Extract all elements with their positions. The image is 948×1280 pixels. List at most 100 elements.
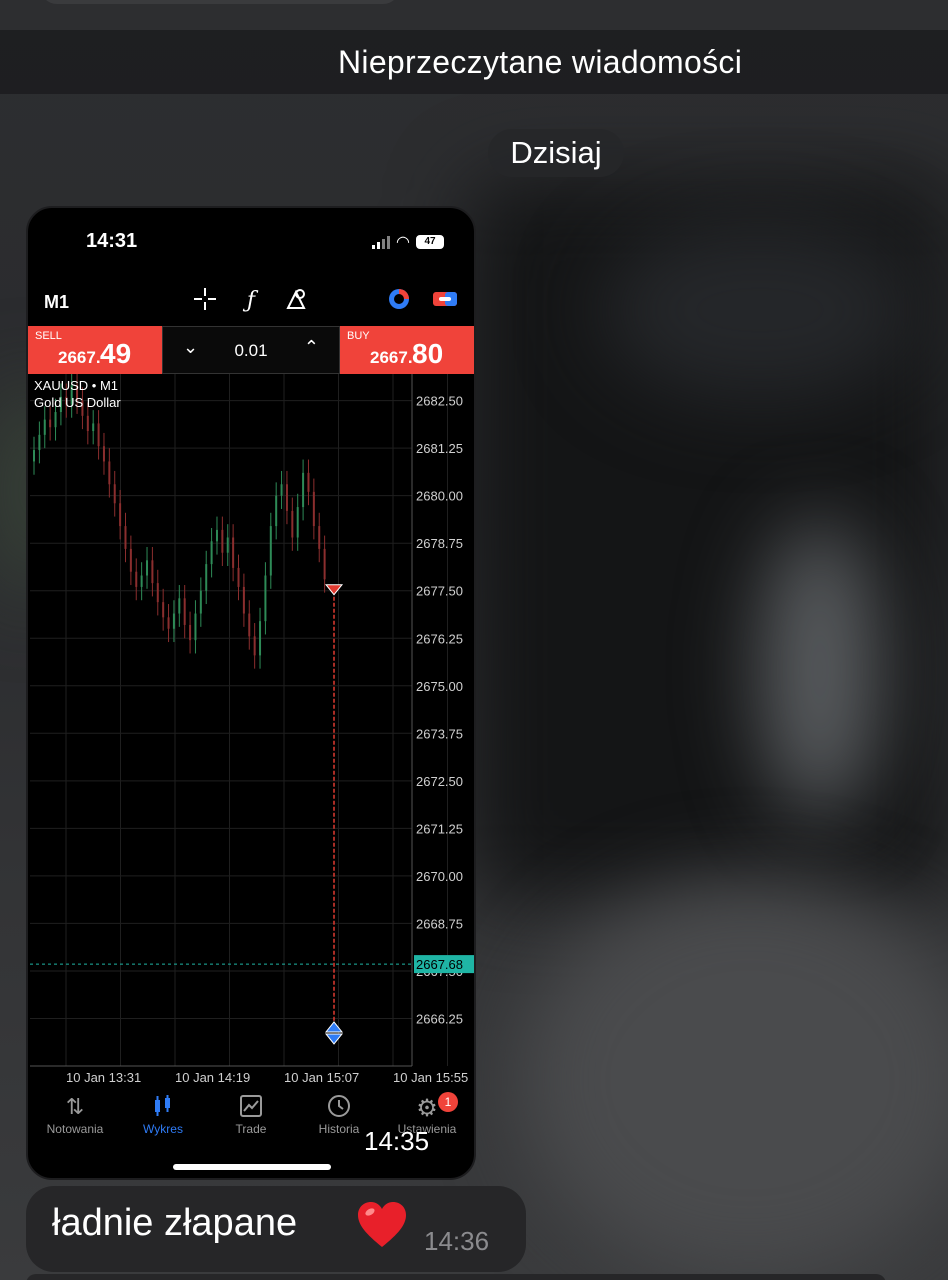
- candle-body: [226, 537, 229, 553]
- chart-symbol-description: Gold US Dollar: [34, 395, 121, 410]
- candle-body: [194, 613, 197, 641]
- y-tick-label: 2671.25: [416, 821, 463, 836]
- x-tick-label: 10 Jan 13:31: [66, 1070, 141, 1085]
- candle-body: [285, 484, 288, 511]
- candle-body: [291, 510, 294, 538]
- objects-icon[interactable]: [282, 286, 312, 316]
- tab-label: Notowania: [46, 1122, 104, 1136]
- candle-body: [86, 415, 89, 432]
- quotes-arrows-icon: ⇅: [65, 1094, 85, 1119]
- candle-body: [253, 636, 256, 656]
- y-tick-label: 2670.00: [416, 869, 463, 884]
- candle-body: [97, 423, 100, 447]
- text-message[interactable]: ładnie złapane 14:36: [26, 1186, 526, 1272]
- buy-price-small: 2667.: [370, 348, 413, 367]
- candle-body: [318, 526, 321, 549]
- buy-marker-icon: [324, 1021, 344, 1033]
- y-tick-label: 2682.50: [416, 394, 463, 409]
- candle-body: [242, 586, 245, 614]
- buy-button[interactable]: BUY 2667. 80: [340, 326, 474, 374]
- tab-trade[interactable]: Trade: [206, 1094, 296, 1136]
- message-text: ładnie złapane: [52, 1202, 298, 1244]
- candle-body: [167, 617, 170, 629]
- candle-body: [199, 590, 202, 614]
- y-tick-label: 2676.25: [416, 631, 463, 646]
- volume-up-icon[interactable]: ⌃: [304, 337, 319, 358]
- candle-body: [205, 564, 208, 591]
- candle-body: [302, 472, 305, 508]
- candle-body: [210, 541, 213, 565]
- y-tick-label: 2681.25: [416, 441, 463, 456]
- candle-body: [280, 484, 283, 496]
- x-tick-label: 10 Jan 14:19: [175, 1070, 250, 1085]
- timeframe-selector[interactable]: M1: [44, 292, 69, 313]
- sell-price-small: 2667.: [58, 348, 101, 367]
- candle-body: [296, 507, 299, 538]
- candle-body: [102, 446, 105, 462]
- date-divider: Dzisiaj: [488, 129, 624, 177]
- buy-price-big: 80: [412, 338, 444, 369]
- candle-body: [259, 621, 262, 656]
- candle-body: [92, 423, 95, 432]
- candle-body: [221, 529, 224, 553]
- crosshair-icon[interactable]: [190, 286, 220, 316]
- candle-body: [124, 526, 127, 549]
- candle-body: [275, 495, 278, 527]
- candle-body: [108, 461, 111, 485]
- price-chart[interactable]: 2682.50 2681.25 2680.00 2678.75 2677.50 2676.…: [28, 374, 474, 1086]
- candle-body: [323, 548, 326, 580]
- settings-gear-icon: ⚙: [416, 1095, 438, 1122]
- candle-body: [49, 419, 52, 428]
- tab-notowania[interactable]: ⇅ Notowania: [30, 1094, 120, 1136]
- y-tick-label: 2668.75: [416, 916, 463, 931]
- volume-stepper[interactable]: ⌄ 0.01 ⌃: [162, 326, 340, 374]
- chart-symbol: XAUUSD • M1: [34, 378, 119, 393]
- candle-body: [248, 613, 251, 637]
- sell-label: SELL: [35, 330, 62, 342]
- signal-icon: [372, 235, 391, 249]
- candlestick-icon: [118, 1094, 208, 1122]
- home-indicator: [173, 1164, 331, 1170]
- buy-label: BUY: [347, 330, 370, 342]
- unread-divider-label: Nieprzeczytane wiadomości: [338, 44, 743, 80]
- candle-body: [146, 560, 149, 576]
- y-tick-label: 2680.00: [416, 489, 463, 504]
- battery-icon: 47: [416, 235, 444, 249]
- trade-clock-icon[interactable]: [384, 286, 414, 316]
- trade-chart-icon: [206, 1094, 296, 1122]
- candle-body: [183, 598, 186, 625]
- candle-body: [119, 503, 122, 527]
- candle-body: [135, 571, 138, 587]
- notification-badge: 1: [438, 1092, 458, 1112]
- current-price-label: 2667.68: [416, 957, 463, 972]
- y-tick-label: 2666.25: [416, 1011, 463, 1026]
- image-message[interactable]: 14:31 ◠ 47 M1 ƒ SELL 2667. 49 ⌄ 0.01 ⌃ B…: [26, 206, 476, 1180]
- message-time: 14:36: [424, 1226, 490, 1256]
- y-tick-label: 2672.50: [416, 774, 463, 789]
- previous-message-edge: [40, 0, 400, 4]
- candle-body: [232, 537, 235, 568]
- y-tick-label: 2677.50: [416, 584, 463, 599]
- buy-marker-icon: [324, 1033, 344, 1045]
- candle-body: [307, 472, 310, 492]
- candle-body: [269, 526, 272, 576]
- tab-label: Wykres: [143, 1122, 183, 1136]
- x-tick-label: 10 Jan 15:55: [393, 1070, 468, 1085]
- heart-icon: [356, 1200, 408, 1255]
- sell-marker-icon: [324, 584, 344, 596]
- candle-body: [156, 583, 159, 603]
- candle-body: [54, 412, 57, 428]
- candle-body: [264, 575, 267, 622]
- candle-body: [129, 548, 132, 572]
- candle-body: [178, 598, 181, 614]
- candle-body: [189, 624, 192, 641]
- candle-body: [162, 602, 165, 618]
- image-message-time: 14:35: [364, 1126, 430, 1156]
- function-icon[interactable]: ƒ: [236, 286, 266, 316]
- sell-button[interactable]: SELL 2667. 49: [28, 326, 162, 374]
- tab-wykres[interactable]: Wykres: [118, 1094, 208, 1136]
- tab-label: Historia: [318, 1122, 360, 1136]
- next-message-edge: [26, 1274, 886, 1280]
- toggle-icon[interactable]: [430, 286, 460, 316]
- x-tick-label: 10 Jan 15:07: [284, 1070, 359, 1085]
